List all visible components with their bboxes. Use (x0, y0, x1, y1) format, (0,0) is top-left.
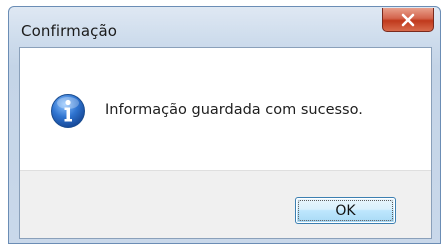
confirmation-dialog: Confirmação Informação guardada com suce… (8, 6, 441, 244)
dialog-title: Confirmação (21, 22, 118, 40)
info-icon (51, 94, 85, 128)
dialog-message: Informação guardada com sucesso. (105, 102, 363, 118)
message-area: Informação guardada com sucesso. (20, 48, 431, 171)
ok-button-label: OK (335, 202, 356, 219)
close-button[interactable] (382, 8, 434, 32)
dialog-body: Informação guardada com sucesso. OK (19, 47, 432, 239)
close-icon (401, 13, 415, 26)
ok-button[interactable]: OK (295, 197, 396, 224)
title-bar[interactable]: Confirmação (9, 7, 440, 43)
page: Confirmação Informação guardada com suce… (0, 0, 443, 246)
